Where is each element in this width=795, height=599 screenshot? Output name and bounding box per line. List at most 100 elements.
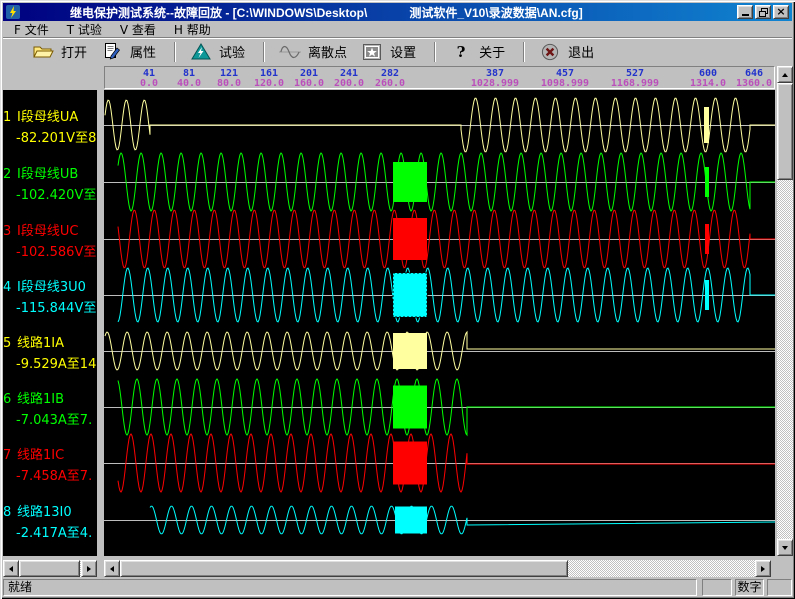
toolbar-button-exit[interactable]: 退出 <box>534 40 599 63</box>
triangle-left-icon <box>9 566 13 572</box>
channel-label[interactable]: 5 线路1IA <box>3 332 64 351</box>
channel-name: Ⅰ段母线UA <box>17 110 78 125</box>
waveform-plot <box>104 90 775 556</box>
menu-view[interactable]: V 查看 <box>111 20 165 39</box>
app-icon[interactable] <box>6 5 20 19</box>
menu-test[interactable]: T 试验 <box>58 20 111 39</box>
ruler-time-label: 160.0 <box>294 78 324 89</box>
ruler-time-label: 120.0 <box>254 78 284 89</box>
toolbar-label-properties: 属性 <box>130 42 156 61</box>
dense-sample-block <box>395 507 427 534</box>
waveform-trace-2 <box>118 153 775 211</box>
triangle-down-icon <box>782 546 788 550</box>
channel-number: 4 <box>3 280 12 295</box>
dense-sample-block <box>393 218 427 260</box>
window-controls: × <box>737 5 792 19</box>
channel-number: 7 <box>3 448 12 463</box>
window-title-part1: 继电保护测试系统--故障回放 - [C:\WINDOWS\Desktop\ <box>70 4 367 21</box>
waveform-scroll-left-button[interactable] <box>104 560 120 577</box>
ruler-time-label: 0.0 <box>140 78 158 89</box>
label-panel-hscrollbar <box>3 560 97 577</box>
status-message: 就绪 <box>3 579 697 596</box>
menu-file[interactable]: F 文件 <box>5 20 58 39</box>
waveform-scroll-right-button[interactable] <box>755 560 771 577</box>
toolbar-separator <box>263 42 265 62</box>
toolbar-label-open: 打开 <box>61 42 87 61</box>
toolbar-button-discrete-points[interactable]: 离散点 <box>274 40 352 63</box>
scroll-up-button[interactable] <box>777 66 793 83</box>
vertical-scroll-thumb[interactable] <box>777 83 793 180</box>
window-title-part2: 测试软件_V10\录波数据\AN.cfg] <box>409 4 582 21</box>
toolbar-separator <box>174 42 176 62</box>
triangle-right-icon <box>87 566 91 572</box>
channel-name: 线路1IA <box>17 336 64 351</box>
waveform-hscroll-thumb[interactable] <box>120 560 568 577</box>
channel-name: 线路1IB <box>17 392 64 407</box>
channel-label[interactable]: 7 线路1IC <box>3 444 64 463</box>
time-ruler[interactable]: 410.08140.012180.0161120.0201160.0241200… <box>104 66 775 89</box>
label-scroll-left-button[interactable] <box>3 560 19 577</box>
channel-label[interactable]: 4 Ⅰ段母线3U0 <box>3 276 86 295</box>
ruler-time-label: 260.0 <box>375 78 405 89</box>
channel-range: -102.586V至 <box>16 241 96 260</box>
channel-name: 线路1IC <box>17 448 64 463</box>
toolbar-label-settings: 设置 <box>390 42 416 61</box>
ruler-time-label: 1168.999 <box>611 78 659 89</box>
channel-range: -9.529A至14 <box>16 353 96 372</box>
channel-range: -7.458A至7. <box>16 465 92 484</box>
app-window: 继电保护测试系统--故障回放 - [C:\WINDOWS\Desktop\ 测试… <box>0 0 795 599</box>
close-button[interactable]: × <box>773 5 789 19</box>
channel-label[interactable]: 1 Ⅰ段母线UA <box>3 106 78 125</box>
ruler-time-label: 40.0 <box>177 78 201 89</box>
minimize-icon <box>742 14 749 16</box>
toolbar-button-settings[interactable]: 设置 <box>356 40 421 63</box>
ruler-time-label: 80.0 <box>217 78 241 89</box>
dense-sample-block <box>393 162 427 202</box>
toolbar-button-about[interactable]: ? 关于 <box>445 40 510 63</box>
ruler-time-label: 200.0 <box>334 78 364 89</box>
toolbar-button-properties[interactable]: 属性 <box>96 40 161 63</box>
toolbar-button-test[interactable]: 试验 <box>185 40 250 63</box>
channel-number: 3 <box>3 224 12 239</box>
settings-icon <box>361 42 383 61</box>
channel-label-panel: 1 Ⅰ段母线UA -82.201V至8 2Ⅰ段母线UB -102.420V至 3 Ⅰ段母线U… <box>3 90 97 556</box>
cursor-marker <box>705 167 709 197</box>
toolbar-button-open[interactable]: 打开 <box>27 40 92 63</box>
ruler-time-label: 1098.999 <box>541 78 589 89</box>
vertical-scrollbar <box>777 66 793 556</box>
toolbar-separator <box>434 42 436 62</box>
channel-number: 1 <box>3 110 12 125</box>
cursor-marker <box>704 107 709 143</box>
label-hscroll-thumb[interactable] <box>19 560 80 577</box>
restore-button[interactable] <box>755 5 771 19</box>
properties-icon <box>101 42 123 61</box>
status-bar: 就绪 数字 <box>3 579 792 596</box>
toolbar-label-discrete-points: 离散点 <box>308 42 347 61</box>
about-icon: ? <box>450 42 472 61</box>
minimize-button[interactable] <box>737 5 753 19</box>
channel-name: 线路13I0 <box>17 505 72 520</box>
channel-label[interactable]: 6线路1IB <box>3 388 64 407</box>
channel-range: -102.420V至 <box>16 184 96 203</box>
toolbar-label-about: 关于 <box>479 42 505 61</box>
channel-label[interactable]: 2Ⅰ段母线UB <box>3 163 78 182</box>
channel-range: -2.417A至4. <box>16 522 92 541</box>
label-scroll-right-button[interactable] <box>81 560 97 577</box>
channel-name: Ⅰ段母线UC <box>17 224 78 239</box>
status-cell-empty-2 <box>767 579 792 596</box>
scroll-down-button[interactable] <box>777 539 793 556</box>
menu-help[interactable]: H 帮助 <box>165 20 220 39</box>
waveform-hscrollbar <box>104 560 771 577</box>
dense-sample-block <box>393 386 427 429</box>
channel-name: Ⅰ段母线3U0 <box>17 280 86 295</box>
channel-range: -82.201V至8 <box>16 127 96 146</box>
title-bar[interactable]: 继电保护测试系统--故障回放 - [C:\WINDOWS\Desktop\ 测试… <box>3 3 792 21</box>
channel-label[interactable]: 8线路13I0 <box>3 501 72 520</box>
channel-label[interactable]: 3 Ⅰ段母线UC <box>3 220 78 239</box>
test-lightning-icon <box>190 42 212 61</box>
channel-range: -7.043A至7. <box>16 409 92 428</box>
waveform-panel[interactable] <box>104 90 775 556</box>
toolbar-label-exit: 退出 <box>568 42 594 61</box>
channel-number: 5 <box>3 336 12 351</box>
triangle-up-icon <box>782 73 788 77</box>
